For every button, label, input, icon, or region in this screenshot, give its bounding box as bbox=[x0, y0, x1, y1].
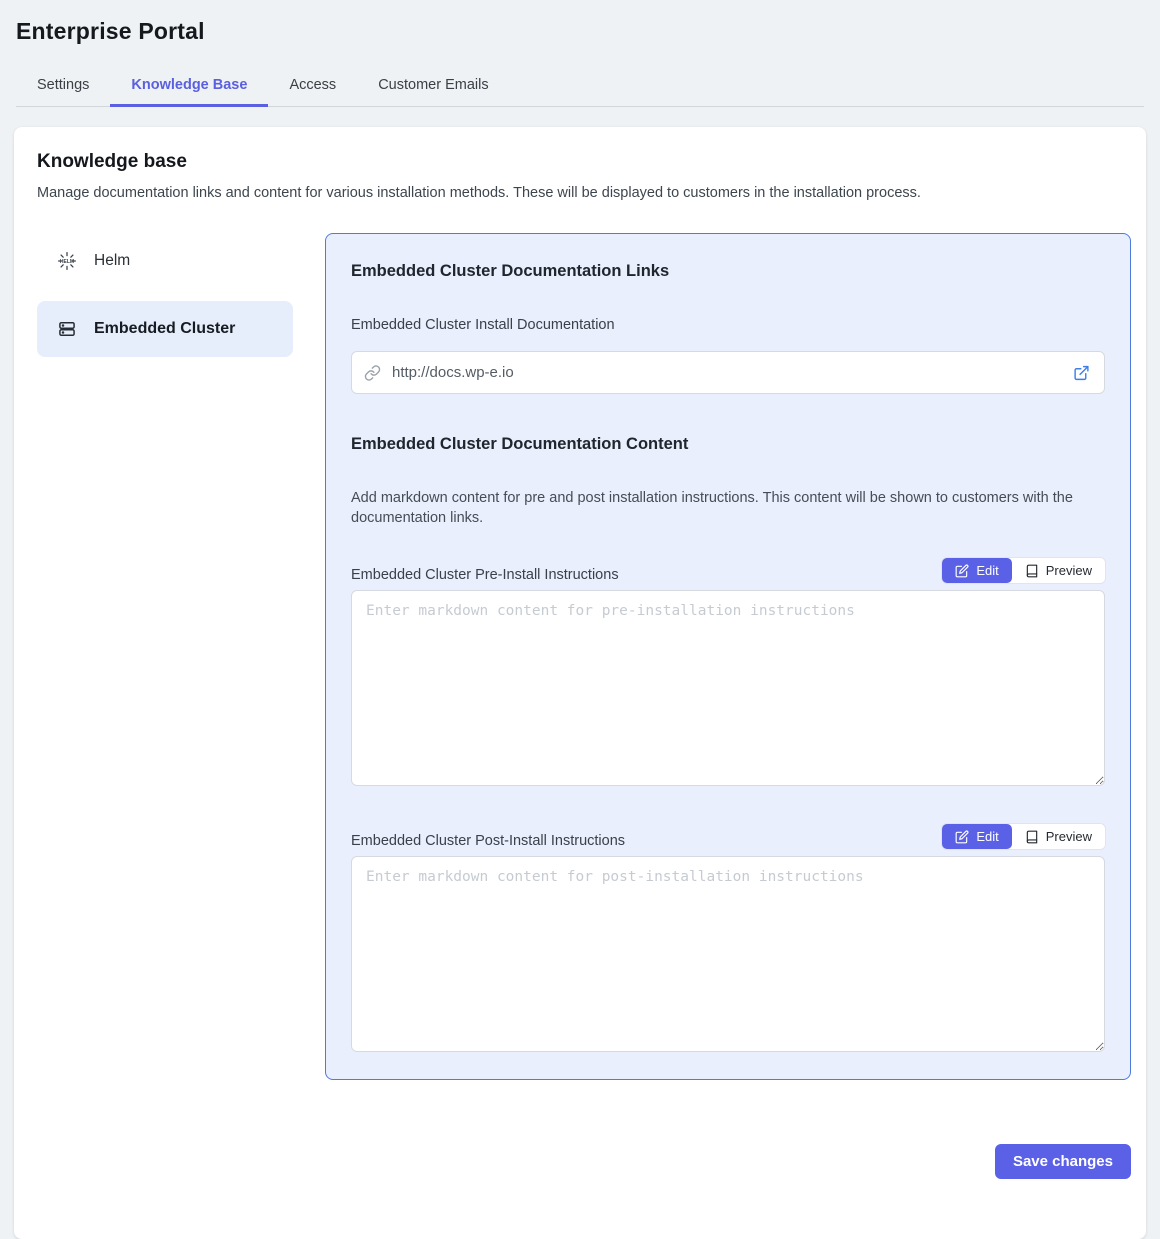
edit-pencil-icon bbox=[955, 830, 969, 844]
links-section-title: Embedded Cluster Documentation Links bbox=[351, 262, 1105, 281]
book-icon bbox=[1025, 830, 1039, 844]
link-icon bbox=[364, 364, 381, 381]
card-description: Manage documentation links and content f… bbox=[37, 185, 1131, 201]
post-install-markdown-textarea[interactable] bbox=[351, 856, 1105, 1052]
preview-button-label: Preview bbox=[1046, 829, 1092, 844]
edit-button-label: Edit bbox=[976, 829, 998, 844]
pre-install-header-row: Embedded Cluster Pre-Install Instruction… bbox=[351, 558, 1105, 583]
post-install-preview-button[interactable]: Preview bbox=[1012, 824, 1105, 849]
install-doc-url-input[interactable] bbox=[351, 351, 1105, 394]
helm-icon: HELM bbox=[57, 251, 77, 271]
card-title: Knowledge base bbox=[37, 151, 1131, 173]
install-doc-input-wrap bbox=[351, 351, 1105, 394]
page-title: Enterprise Portal bbox=[16, 18, 1144, 45]
external-link-icon[interactable] bbox=[1073, 364, 1090, 381]
server-stack-icon bbox=[57, 319, 77, 339]
edit-pencil-icon bbox=[955, 564, 969, 578]
save-changes-button[interactable]: Save changes bbox=[995, 1144, 1131, 1179]
tab-customer-emails[interactable]: Customer Emails bbox=[357, 67, 509, 106]
install-method-sidebar: HELM Helm Embedded Cluster bbox=[37, 233, 293, 357]
tab-settings[interactable]: Settings bbox=[16, 67, 110, 106]
book-icon bbox=[1025, 564, 1039, 578]
pre-install-label: Embedded Cluster Pre-Install Instruction… bbox=[351, 567, 619, 583]
embedded-cluster-panel: Embedded Cluster Documentation Links Emb… bbox=[325, 233, 1131, 1080]
pre-install-preview-button[interactable]: Preview bbox=[1012, 558, 1105, 583]
content-section-description: Add markdown content for pre and post in… bbox=[351, 488, 1105, 528]
content-section-title: Embedded Cluster Documentation Content bbox=[351, 435, 1105, 454]
pre-install-mode-toggle: Edit Preview bbox=[942, 558, 1105, 583]
tab-bar: Settings Knowledge Base Access Customer … bbox=[16, 67, 1144, 107]
preview-button-label: Preview bbox=[1046, 563, 1092, 578]
post-install-header-row: Embedded Cluster Post-Install Instructio… bbox=[351, 824, 1105, 849]
tab-knowledge-base[interactable]: Knowledge Base bbox=[110, 67, 268, 106]
page-header: Enterprise Portal Settings Knowledge Bas… bbox=[0, 0, 1160, 107]
install-doc-label: Embedded Cluster Install Documentation bbox=[351, 317, 1105, 333]
card-footer: Save changes bbox=[37, 1144, 1131, 1179]
sidebar-item-label: Helm bbox=[94, 252, 130, 270]
post-install-edit-button[interactable]: Edit bbox=[942, 824, 1011, 849]
pre-install-edit-button[interactable]: Edit bbox=[942, 558, 1011, 583]
post-install-mode-toggle: Edit Preview bbox=[942, 824, 1105, 849]
sidebar-item-embedded-cluster[interactable]: Embedded Cluster bbox=[37, 301, 293, 357]
edit-button-label: Edit bbox=[976, 563, 998, 578]
sidebar-item-label: Embedded Cluster bbox=[94, 320, 235, 338]
post-install-label: Embedded Cluster Post-Install Instructio… bbox=[351, 833, 625, 849]
sidebar-item-helm[interactable]: HELM Helm bbox=[37, 233, 293, 289]
pre-install-markdown-textarea[interactable] bbox=[351, 590, 1105, 786]
svg-text:HELM: HELM bbox=[60, 259, 74, 265]
main-layout: HELM Helm Embedded Cluster Embed bbox=[37, 233, 1131, 1080]
tab-access[interactable]: Access bbox=[268, 67, 357, 106]
knowledge-base-card: Knowledge base Manage documentation link… bbox=[14, 127, 1146, 1239]
